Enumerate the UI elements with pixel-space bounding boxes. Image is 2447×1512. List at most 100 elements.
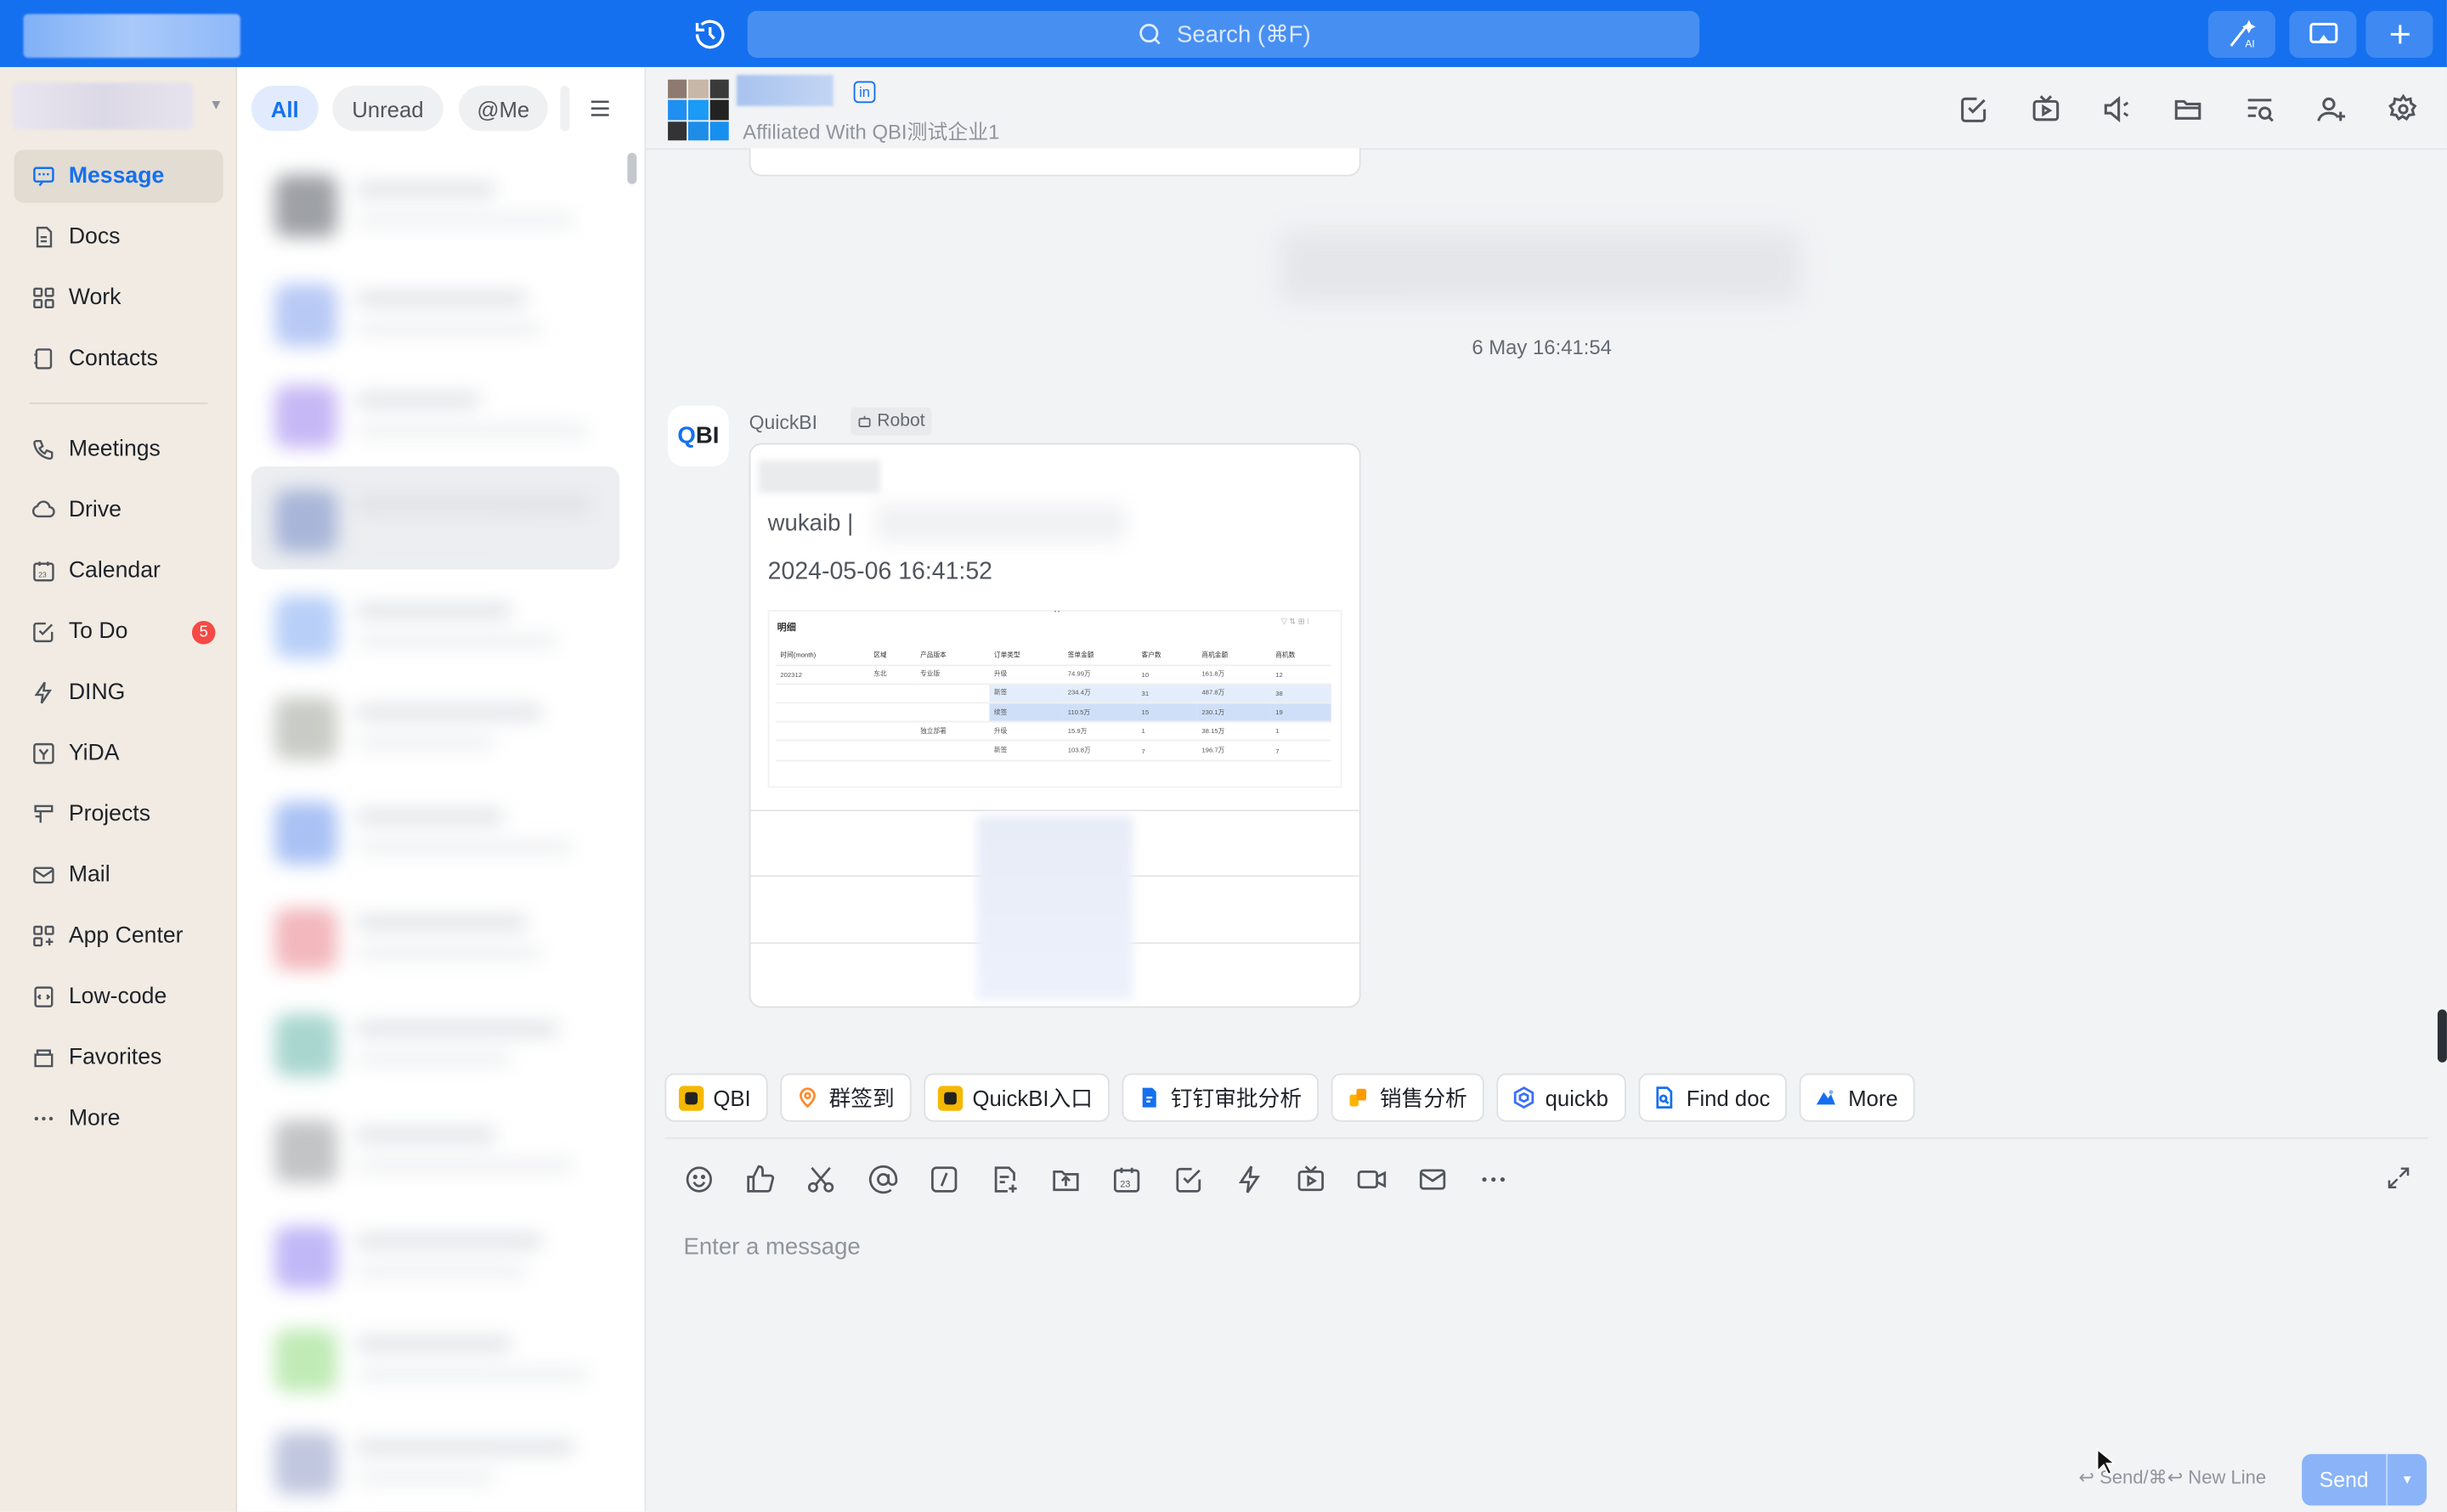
sidebar-item-app-center[interactable]: App Center xyxy=(14,910,223,962)
expand-icon[interactable] xyxy=(2384,1164,2412,1192)
thumbs-up-icon[interactable] xyxy=(744,1164,776,1195)
sidebar-item-ding[interactable]: DING xyxy=(14,666,223,719)
todo-check-icon[interactable] xyxy=(1958,93,1990,125)
sidebar-item-favorites[interactable]: Favorites xyxy=(14,1031,223,1084)
group-avatar[interactable] xyxy=(668,79,729,141)
checkin-location-icon xyxy=(794,1085,819,1109)
message-input[interactable] xyxy=(683,1229,2400,1264)
quick-action-qbi[interactable]: QBI xyxy=(664,1073,768,1122)
list-item[interactable] xyxy=(274,476,618,567)
account-switcher[interactable] xyxy=(12,82,194,130)
td: 74.99万 xyxy=(1063,664,1138,685)
quick-action-more[interactable]: More xyxy=(1800,1073,1916,1122)
report-card[interactable]: wukaib | 2024-05-06 16:41:52 明细 ·· ▽ ⇅ ⊞… xyxy=(749,443,1361,1008)
quickbi-avatar[interactable]: Q BI xyxy=(668,405,729,467)
list-item[interactable] xyxy=(274,788,618,879)
list-item[interactable] xyxy=(274,161,618,251)
org-logo[interactable] xyxy=(23,14,240,58)
sidebar-item-contacts[interactable]: Contacts xyxy=(14,332,223,385)
list-item[interactable] xyxy=(274,894,618,984)
settings-gear-icon[interactable] xyxy=(2388,93,2419,125)
history-icon[interactable] xyxy=(692,17,726,51)
quick-action-quickbi-entry[interactable]: QuickBI入口 xyxy=(924,1073,1110,1122)
mail-icon[interactable] xyxy=(1417,1164,1449,1195)
drag-handle-icon: ·· xyxy=(1053,606,1061,618)
list-item[interactable] xyxy=(274,582,618,673)
todo-count-badge: 5 xyxy=(191,621,216,645)
sidebar-item-meetings[interactable]: Meetings xyxy=(14,423,223,476)
report-thumbnail[interactable]: 明细 ·· ▽ ⇅ ⊞ ⁝ 时间(month) 区域 产品版本 订单类型 签单金… xyxy=(767,606,1342,788)
mention-at-icon[interactable] xyxy=(867,1164,898,1195)
thumbnail-table: 时间(month) 区域 产品版本 订单类型 签单金额 客户数 商机金额 商机数… xyxy=(775,646,1331,761)
task-check-icon[interactable] xyxy=(1173,1164,1204,1195)
quick-action-sales-analysis[interactable]: 销售分析 xyxy=(1331,1073,1484,1122)
list-item[interactable] xyxy=(274,1000,618,1091)
quickb-hex-icon xyxy=(1511,1085,1535,1109)
folder-icon[interactable] xyxy=(2173,93,2204,125)
quick-action-checkin[interactable]: 群签到 xyxy=(780,1073,912,1122)
conversation-filters: All Unread @Me xyxy=(237,67,644,153)
search-bar[interactable]: Search (⌘F) xyxy=(747,10,1700,58)
list-scrollbar[interactable] xyxy=(627,152,637,184)
send-options-chevron-icon[interactable]: ▼ xyxy=(2386,1453,2427,1506)
sidebar-item-projects[interactable]: Projects xyxy=(14,788,223,841)
scissors-icon[interactable] xyxy=(805,1164,837,1195)
quick-action-find-doc[interactable]: Find doc xyxy=(1637,1073,1788,1122)
chat-scrollbar[interactable] xyxy=(2437,1009,2447,1063)
sidebar-item-todo[interactable]: To Do 5 xyxy=(14,606,223,658)
send-button[interactable]: Send ▼ xyxy=(2302,1453,2427,1506)
list-item[interactable] xyxy=(274,1315,618,1406)
list-menu-icon[interactable] xyxy=(587,95,613,121)
sidebar-item-mail[interactable]: Mail xyxy=(14,849,223,901)
screen-share-button[interactable] xyxy=(2289,10,2357,58)
list-item[interactable] xyxy=(274,1106,618,1197)
list-item[interactable] xyxy=(274,1212,618,1303)
ai-assistant-button[interactable]: AI xyxy=(2207,10,2275,58)
add-member-icon[interactable] xyxy=(2316,93,2348,125)
filter-all[interactable]: All xyxy=(251,86,319,132)
group-name[interactable] xyxy=(736,75,834,106)
calendar-event-icon[interactable]: 23 xyxy=(1111,1164,1143,1195)
voice-speaker-icon[interactable] xyxy=(2100,93,2132,125)
list-item[interactable] xyxy=(274,270,618,361)
sender-name[interactable]: QuickBI xyxy=(749,412,817,434)
new-doc-icon[interactable] xyxy=(989,1164,1020,1195)
quick-action-approval-analysis[interactable]: 钉钉审批分析 xyxy=(1122,1073,1320,1122)
sidebar-item-work[interactable]: Work xyxy=(14,272,223,324)
live-tv-icon[interactable] xyxy=(2031,93,2062,125)
quickbi-entry-icon xyxy=(938,1085,964,1110)
sidebar-item-label: DING xyxy=(68,680,126,706)
quick-action-quickb[interactable]: quickb xyxy=(1496,1073,1626,1122)
sidebar-item-calendar[interactable]: 23 Calendar xyxy=(14,544,223,597)
svg-text:AI: AI xyxy=(2244,37,2253,48)
list-item[interactable] xyxy=(274,1419,618,1509)
sidebar-item-more[interactable]: More xyxy=(14,1092,223,1145)
card-action-buttons[interactable] xyxy=(976,815,1133,1001)
sidebar-item-low-code[interactable]: Low-code xyxy=(14,970,223,1023)
sidebar-item-label: Meetings xyxy=(68,437,161,462)
slash-command-icon[interactable] xyxy=(928,1164,959,1195)
filter-at-me[interactable]: @Me xyxy=(458,86,548,132)
sidebar-item-docs[interactable]: Docs xyxy=(14,211,223,263)
td: 230.1万 xyxy=(1196,702,1271,723)
emoji-icon[interactable] xyxy=(683,1164,715,1195)
sidebar-item-drive[interactable]: Drive xyxy=(14,483,223,536)
sidebar-item-label: Projects xyxy=(68,802,151,827)
list-item[interactable] xyxy=(274,371,618,462)
search-history-icon[interactable] xyxy=(2244,93,2275,125)
td: 110.5万 xyxy=(1063,702,1138,723)
filter-overflow[interactable] xyxy=(560,86,570,132)
ding-lightning-icon[interactable] xyxy=(1234,1164,1265,1195)
more-horizontal-icon[interactable] xyxy=(1478,1164,1510,1195)
upload-file-icon[interactable] xyxy=(1050,1164,1082,1195)
td: 1 xyxy=(1137,721,1197,742)
filter-unread[interactable]: Unread xyxy=(332,86,444,132)
sidebar-item-message[interactable]: Message xyxy=(14,150,223,203)
live-stream-icon[interactable] xyxy=(1295,1164,1326,1195)
video-call-icon[interactable] xyxy=(1356,1164,1387,1195)
projects-icon xyxy=(34,804,54,823)
create-button[interactable] xyxy=(2365,10,2433,58)
caret-down-icon[interactable]: ▼ xyxy=(209,97,223,112)
list-item[interactable] xyxy=(274,683,618,774)
sidebar-item-yida[interactable]: YiDA xyxy=(14,727,223,780)
